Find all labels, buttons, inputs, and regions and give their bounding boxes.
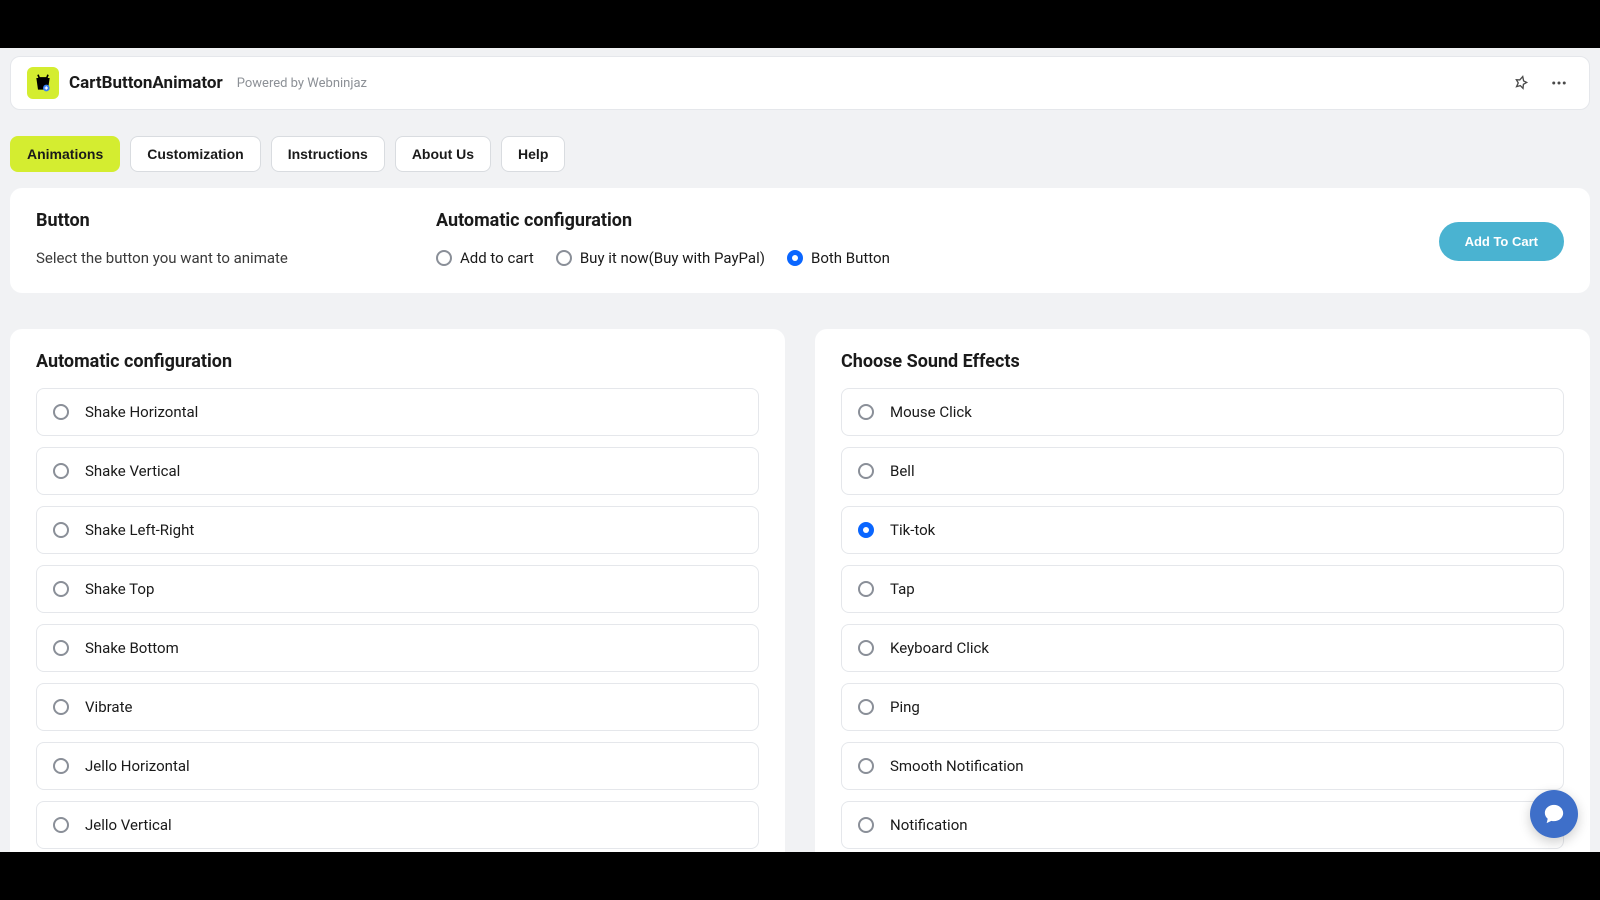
animation-option[interactable]: Shake Bottom — [36, 624, 759, 672]
radio-icon — [858, 463, 874, 479]
animation-option[interactable]: Jello Horizontal — [36, 742, 759, 790]
option-label: Keyboard Click — [890, 639, 989, 657]
sound-option[interactable]: Bell — [841, 447, 1564, 495]
option-label: Tik-tok — [890, 521, 935, 539]
radio-icon — [858, 581, 874, 597]
sounds-panel: Choose Sound Effects Mouse Click Bell Tik-… — [815, 329, 1590, 852]
tab-instructions[interactable]: Instructions — [271, 136, 385, 172]
option-label: Vibrate — [85, 698, 132, 716]
option-label: Shake Horizontal — [85, 403, 198, 421]
sound-option[interactable]: Tik-tok — [841, 506, 1564, 554]
animation-option[interactable]: Shake Top — [36, 565, 759, 613]
app-header: CartButtonAnimator Powered by Webninjaz — [10, 56, 1590, 110]
radio-icon — [53, 463, 69, 479]
auto-config-title: Automatic configuration — [436, 210, 1419, 231]
radio-icon — [53, 640, 69, 656]
option-label: Jello Vertical — [85, 816, 172, 834]
button-type-radio-group: Add to cart Buy it now(Buy with PayPal) Bo… — [436, 249, 1419, 267]
animations-list: Shake Horizontal Shake Vertical Shake Left… — [36, 388, 759, 849]
button-section-description: Select the button you want to animate — [36, 249, 416, 267]
radio-icon — [53, 699, 69, 715]
option-label: Mouse Click — [890, 403, 972, 421]
radio-icon — [858, 758, 874, 774]
animations-panel-title: Automatic configuration — [36, 351, 759, 372]
sound-option[interactable]: Mouse Click — [841, 388, 1564, 436]
radio-icon — [53, 758, 69, 774]
radio-icon — [556, 250, 572, 266]
tab-help[interactable]: Help — [501, 136, 565, 172]
sound-option[interactable]: Tap — [841, 565, 1564, 613]
app-subtitle: Powered by Webninjaz — [237, 76, 367, 91]
radio-icon — [858, 640, 874, 656]
animation-option[interactable]: Shake Horizontal — [36, 388, 759, 436]
pin-icon[interactable] — [1507, 69, 1535, 97]
option-label: Tap — [890, 580, 915, 598]
animation-option[interactable]: Shake Left-Right — [36, 506, 759, 554]
sounds-panel-title: Choose Sound Effects — [841, 351, 1564, 372]
radio-icon — [858, 699, 874, 715]
option-label: Notification — [890, 816, 968, 834]
radio-icon — [53, 522, 69, 538]
radio-icon — [787, 250, 803, 266]
radio-icon — [436, 250, 452, 266]
animation-option[interactable]: Jello Vertical — [36, 801, 759, 849]
animations-panel: Automatic configuration Shake Horizontal… — [10, 329, 785, 852]
animation-option[interactable]: Shake Vertical — [36, 447, 759, 495]
sound-option[interactable]: Keyboard Click — [841, 624, 1564, 672]
option-label: Bell — [890, 462, 915, 480]
radio-label: Buy it now(Buy with PayPal) — [580, 249, 765, 267]
radio-icon — [858, 817, 874, 833]
button-section: Button Select the button you want to ani… — [36, 210, 416, 267]
button-section-title: Button — [36, 210, 416, 231]
option-label: Jello Horizontal — [85, 757, 190, 775]
option-label: Shake Top — [85, 580, 154, 598]
option-label: Shake Left-Right — [85, 521, 194, 539]
radio-icon — [858, 522, 874, 538]
animation-option[interactable]: Vibrate — [36, 683, 759, 731]
option-label: Shake Bottom — [85, 639, 179, 657]
radio-icon — [53, 404, 69, 420]
chat-fab-button[interactable] — [1530, 790, 1578, 838]
app-logo-icon — [27, 67, 59, 99]
radio-label: Add to cart — [460, 249, 534, 267]
sound-option[interactable]: Ping — [841, 683, 1564, 731]
option-label: Shake Vertical — [85, 462, 180, 480]
option-label: Ping — [890, 698, 920, 716]
radio-icon — [858, 404, 874, 420]
sound-option[interactable]: Notification — [841, 801, 1564, 849]
more-icon[interactable] — [1545, 69, 1573, 97]
tabs-row: Animations Customization Instructions About… — [0, 110, 1600, 172]
radio-buy-it-now-buy-with-paypal-[interactable]: Buy it now(Buy with PayPal) — [556, 249, 765, 267]
radio-label: Both Button — [811, 249, 890, 267]
auto-config-section: Automatic configuration Add to cart Buy i… — [436, 210, 1419, 267]
option-label: Smooth Notification — [890, 757, 1024, 775]
tab-animations[interactable]: Animations — [10, 136, 120, 172]
tab-about-us[interactable]: About Us — [395, 136, 491, 172]
sound-option[interactable]: Smooth Notification — [841, 742, 1564, 790]
tab-customization[interactable]: Customization — [130, 136, 260, 172]
radio-both-button[interactable]: Both Button — [787, 249, 890, 267]
radio-icon — [53, 817, 69, 833]
radio-icon — [53, 581, 69, 597]
app-title: CartButtonAnimator — [69, 73, 223, 93]
button-config-card: Button Select the button you want to ani… — [10, 188, 1590, 293]
radio-add-to-cart[interactable]: Add to cart — [436, 249, 534, 267]
add-to-cart-preview-button[interactable]: Add To Cart — [1439, 222, 1564, 261]
sounds-list: Mouse Click Bell Tik-tok Tap Keyboard Click P… — [841, 388, 1564, 849]
